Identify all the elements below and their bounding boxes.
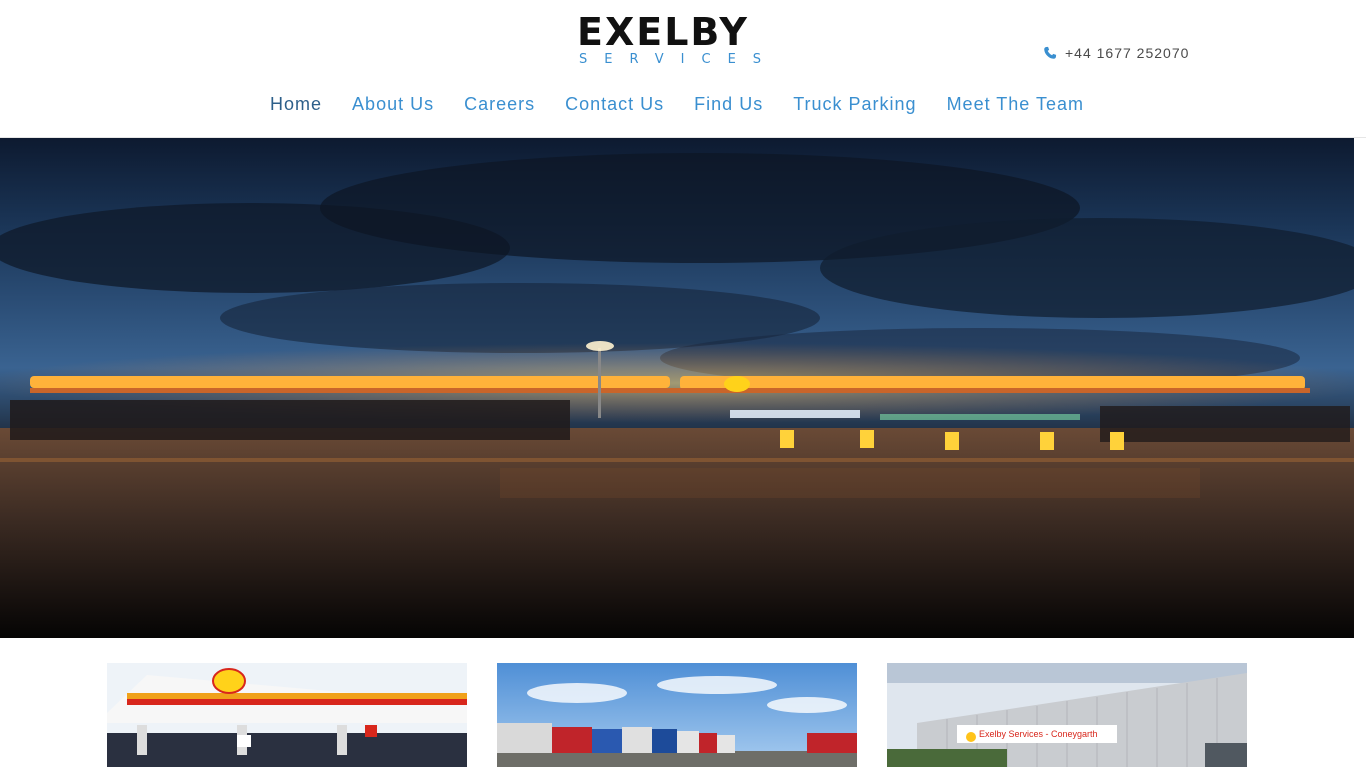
nav-meet-the-team[interactable]: Meet The Team	[947, 92, 1084, 118]
nav-contact-us[interactable]: Contact Us	[565, 92, 664, 118]
coneygarth-building-illustration: Exelby Services - Coneygarth	[887, 663, 1247, 767]
phone-icon	[1043, 46, 1059, 62]
nav-truck-parking[interactable]: Truck Parking	[793, 92, 916, 118]
nav-careers[interactable]: Careers	[464, 92, 535, 118]
exelby-logo[interactable]: EXELBY SERVICES	[577, 13, 777, 67]
card-image-truck-park[interactable]	[497, 663, 857, 767]
truck-park-illustration	[497, 663, 857, 767]
logo-subtitle: SERVICES	[579, 52, 779, 67]
logo-wordmark: EXELBY	[577, 10, 749, 54]
hero-illustration	[0, 153, 1354, 638]
card-image-coneygarth-building[interactable]: Exelby Services - Coneygarth	[887, 663, 1247, 767]
nav-find-us[interactable]: Find Us	[694, 92, 763, 118]
header-phone[interactable]: +44 1677 252070	[1043, 44, 1189, 62]
hero-image-fuel-station-dusk	[0, 138, 1354, 638]
nav-about-us[interactable]: About Us	[352, 92, 434, 118]
site-header: EXELBY SERVICES +44 1677 252070 Home Abo…	[0, 0, 1366, 138]
main-nav: Home About Us Careers Contact Us Find Us…	[0, 92, 1354, 118]
page: EXELBY SERVICES +44 1677 252070 Home Abo…	[0, 0, 1366, 767]
phone-number: +44 1677 252070	[1065, 45, 1190, 61]
shell-forecourt-illustration	[107, 663, 467, 767]
nav-home[interactable]: Home	[270, 92, 322, 118]
building-sign-text: Exelby Services - Coneygarth	[979, 729, 1098, 739]
card-image-shell-forecourt[interactable]	[107, 663, 467, 767]
